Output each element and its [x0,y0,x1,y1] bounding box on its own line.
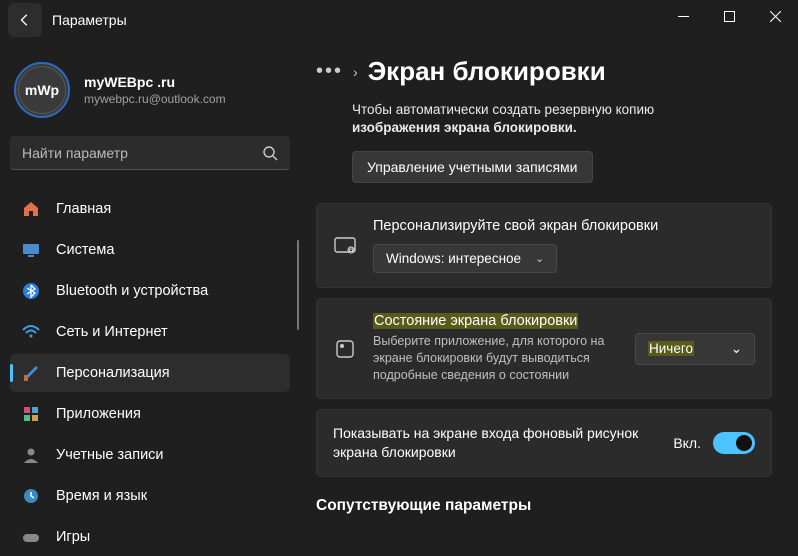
titlebar: Параметры [0,0,798,40]
sidebar-item-personalization[interactable]: Персонализация [10,354,290,392]
status-subtitle: Выберите приложение, для которого на экр… [373,333,635,384]
personalize-card: Персонализируйте свой экран блокировки W… [316,203,772,288]
sidebar-item-time-language[interactable]: Время и язык [10,477,290,515]
profile-name: myWEBpc .ru [84,74,226,90]
paint-icon [20,362,42,384]
personalize-dropdown[interactable]: Windows: интересное ⌄ [373,244,557,273]
back-button[interactable] [8,3,42,37]
window-controls [660,0,798,32]
apps-icon [20,403,42,425]
sidebar-item-label: Персонализация [56,365,170,381]
dropdown-value: Windows: интересное [386,251,521,266]
nav-list: Главная Система Bluetooth и устройства С… [10,190,290,556]
close-button[interactable] [752,0,798,32]
breadcrumb: ••• › Экран блокировки [316,56,772,87]
personalize-title: Персонализируйте свой экран блокировки [373,218,755,234]
minimize-button[interactable] [660,0,706,32]
chevron-down-icon: ⌄ [731,341,742,357]
maximize-button[interactable] [706,0,752,32]
background-toggle-row: Показывать на экране входа фоновый рисун… [316,409,772,477]
related-settings-heading: Сопутствующие параметры [316,497,772,515]
profile-email: mywebpc.ru@outlook.com [84,92,226,106]
manage-accounts-button[interactable]: Управление учетными записями [352,151,593,183]
chevron-right-icon: › [353,64,358,80]
sidebar-item-gaming[interactable]: Игры [10,518,290,556]
avatar: mWp [14,62,70,118]
sidebar-item-network[interactable]: Сеть и Интернет [10,313,290,351]
sidebar-item-apps[interactable]: Приложения [10,395,290,433]
desc-line2: изображения экрана блокировки. [352,120,577,135]
gamepad-icon [20,526,42,548]
backup-description: Чтобы автоматически создать резервную ко… [316,101,772,137]
status-dropdown[interactable]: Ничего ⌄ [635,333,755,365]
dropdown-value: Ничего [648,341,694,356]
profile-block[interactable]: mWp myWEBpc .ru mywebpc.ru@outlook.com [14,62,286,118]
search-box[interactable] [10,136,290,170]
wifi-icon [20,321,42,343]
sidebar-item-label: Учетные записи [56,447,164,463]
background-toggle-switch[interactable] [713,432,755,454]
window-title: Параметры [52,12,127,28]
status-card: Состояние экрана блокировки Выберите при… [316,298,772,399]
toggle-state-text: Вкл. [673,435,701,451]
sidebar-scrollbar[interactable] [297,240,299,330]
sidebar-item-label: Сеть и Интернет [56,324,168,340]
person-icon [20,444,42,466]
chevron-down-icon: ⌄ [535,252,544,265]
search-input[interactable] [22,145,262,161]
sidebar-item-label: Система [56,242,114,258]
sidebar-item-label: Главная [56,201,111,217]
clock-icon [20,485,42,507]
system-icon [20,239,42,261]
page-title: Экран блокировки [368,56,606,87]
sidebar-item-label: Игры [56,529,90,545]
sidebar-item-system[interactable]: Система [10,231,290,269]
sidebar: mWp myWEBpc .ru mywebpc.ru@outlook.com Г… [0,40,300,556]
sidebar-item-home[interactable]: Главная [10,190,290,228]
sidebar-item-accounts[interactable]: Учетные записи [10,436,290,474]
desc-line1: Чтобы автоматически создать резервную ко… [352,102,654,117]
content-area: ••• › Экран блокировки Чтобы автоматичес… [300,40,798,556]
toggle-label: Показывать на экране входа фоновый рисун… [333,424,673,462]
search-icon [262,145,278,161]
bluetooth-icon [20,280,42,302]
status-title: Состояние экрана блокировки [373,313,635,329]
breadcrumb-more-icon[interactable]: ••• [316,60,343,83]
status-icon [333,339,357,359]
lockscreen-icon [333,237,357,255]
arrow-left-icon [18,13,32,27]
sidebar-item-bluetooth[interactable]: Bluetooth и устройства [10,272,290,310]
sidebar-item-label: Приложения [56,406,141,422]
sidebar-item-label: Bluetooth и устройства [56,283,208,299]
home-icon [20,198,42,220]
sidebar-item-label: Время и язык [56,488,147,504]
